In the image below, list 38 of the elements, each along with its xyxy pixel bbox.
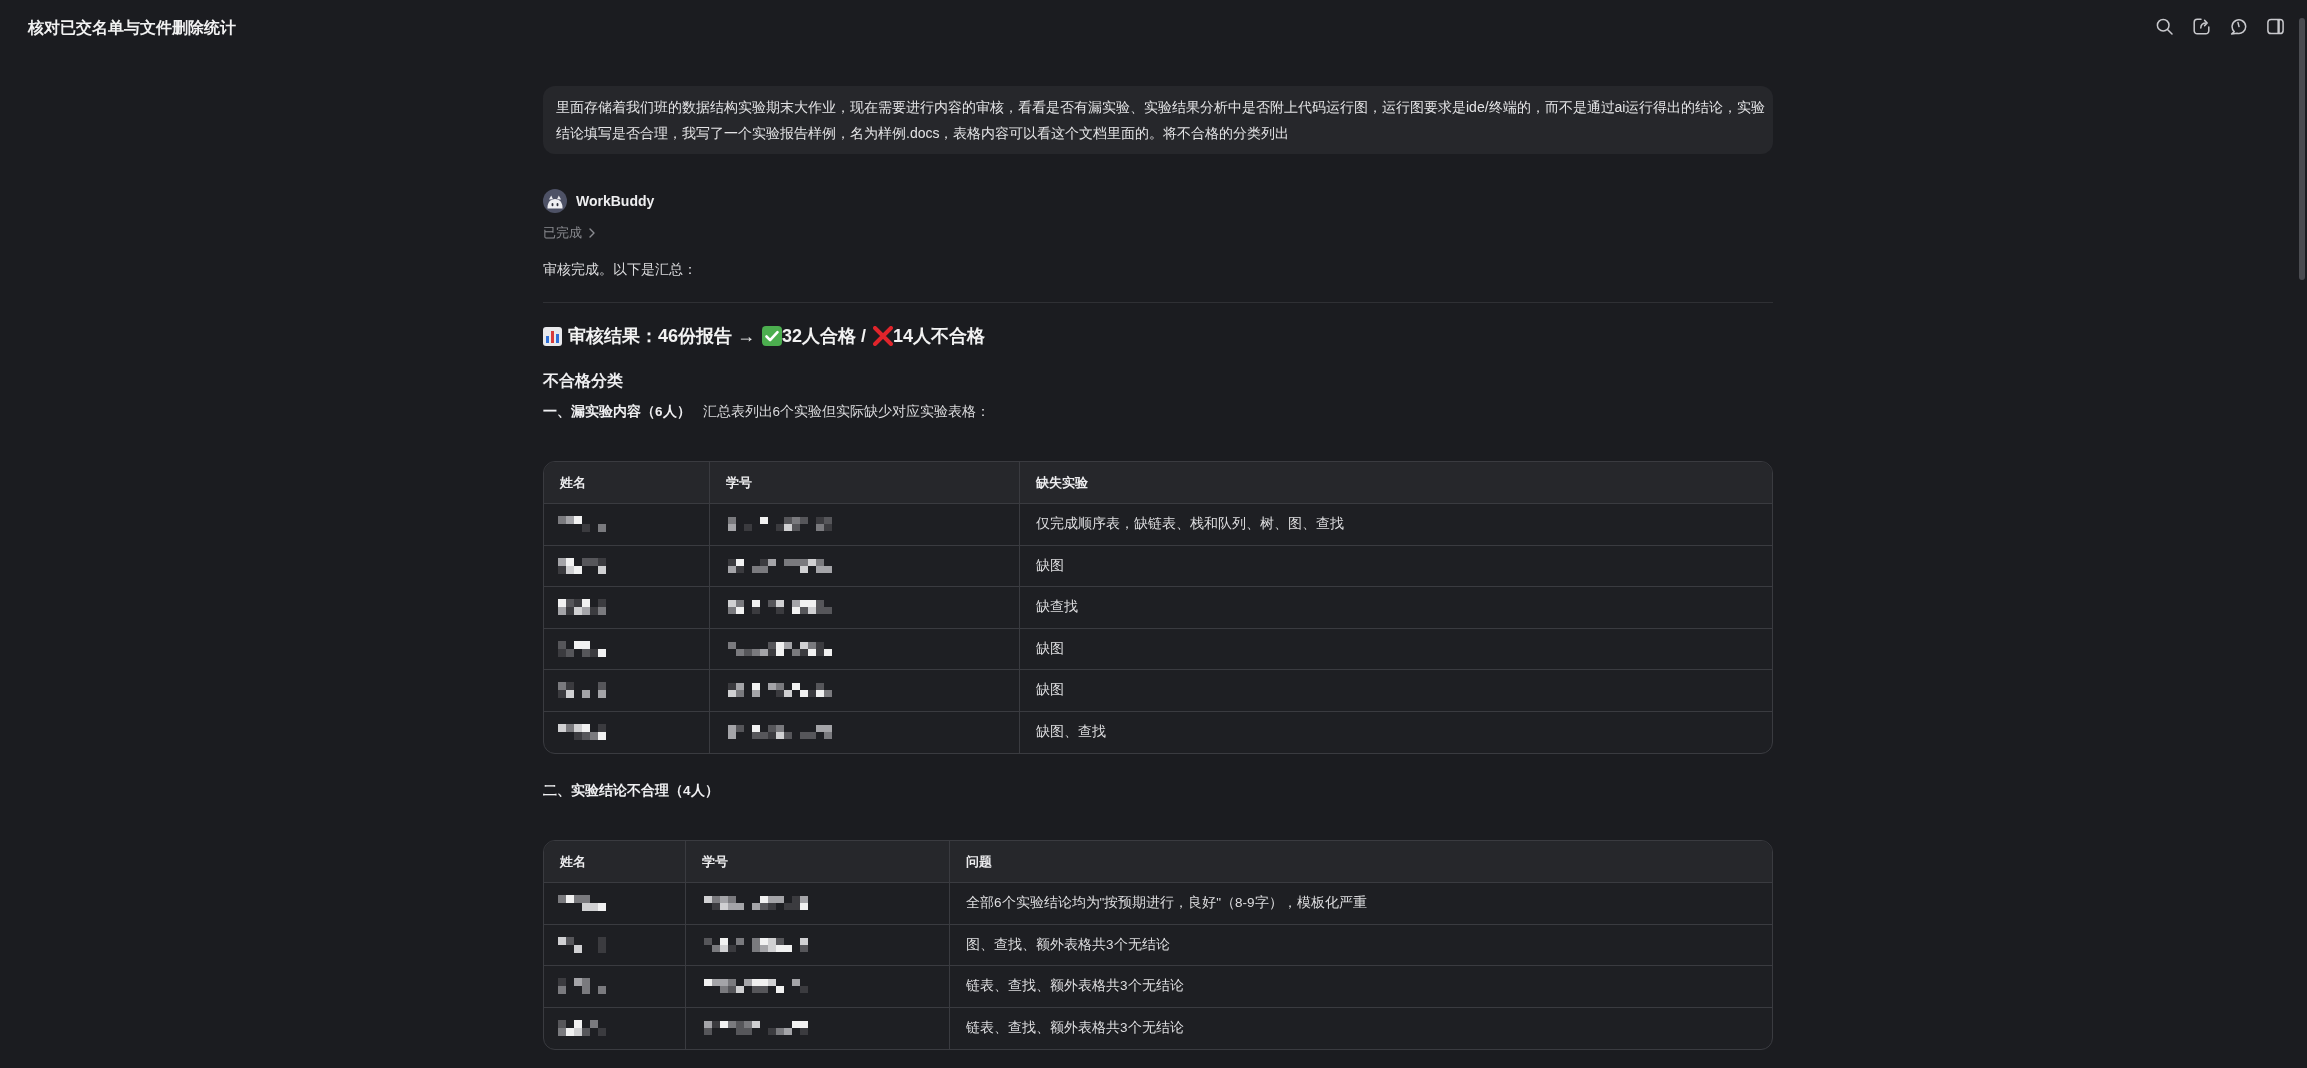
user-message: 里面存储着我们班的数据结构实验期末大作业，现在需要进行内容的审核，看看是否有漏实验、实验结果分析中是否附上代码运行图，运行图要求是ide/终端的，而不是通过ai运行得出的结论，实验结论填写是否合理，我写了一个实验报告样例，名为样例.docs，表格内容可以看这个文档里面的。将不合格的分类列出 bbox=[543, 86, 1773, 154]
status-toggle[interactable]: 已完成 bbox=[543, 223, 595, 243]
table-cell-text: 缺图 bbox=[1035, 639, 1065, 658]
column-header: 缺失实验 bbox=[1035, 473, 1089, 492]
group-note: 汇总表列出6个实验但实际缺少对应实验表格： bbox=[702, 403, 991, 421]
table-cell-text: 缺图 bbox=[1035, 681, 1065, 700]
search-icon[interactable] bbox=[2156, 17, 2173, 35]
table-cell-text: 缺图 bbox=[1035, 556, 1065, 575]
author-name: WorkBuddy bbox=[576, 192, 655, 211]
headline-text: 审核结果：46份报告 → bbox=[568, 325, 756, 348]
column-header: 姓名 bbox=[544, 462, 710, 503]
table-cell-text: 链表、查找、额外表格共3个无结论 bbox=[965, 977, 1185, 996]
sidebar-icon[interactable] bbox=[2267, 17, 2284, 35]
bar-chart-icon bbox=[543, 326, 562, 346]
check-mark-icon bbox=[762, 326, 783, 346]
column-header: 学号 bbox=[686, 841, 950, 882]
headline-text: 14人不合格 bbox=[893, 325, 986, 348]
chevron-right-icon bbox=[589, 228, 595, 238]
table-cell-text: 全部6个实验结论均为"按预期进行，良好"（8-9字），模板化严重 bbox=[965, 894, 1368, 913]
table-cell-text: 缺图、查找 bbox=[1035, 723, 1107, 742]
cross-mark-icon bbox=[873, 326, 894, 346]
column-header: 问题 bbox=[965, 852, 993, 871]
column-header: 学号 bbox=[710, 462, 1020, 503]
table-cell-text: 缺查找 bbox=[1035, 598, 1079, 617]
table-cell-text: 仅完成顺序表，缺链表、栈和队列、树、图、查找 bbox=[1035, 515, 1345, 534]
share-icon[interactable] bbox=[2193, 17, 2210, 35]
chat-history-icon[interactable] bbox=[2230, 17, 2247, 35]
group-heading: 二、实验结论不合理（4人） bbox=[543, 782, 719, 800]
table-cell-text: 链表、查找、额外表格共3个无结论 bbox=[965, 1019, 1185, 1038]
section-heading: 不合格分类 bbox=[543, 371, 624, 391]
group-heading: 一、漏实验内容（6人） bbox=[543, 403, 691, 421]
headline-text: 32人合格 / bbox=[782, 325, 867, 348]
column-header: 姓名 bbox=[544, 841, 686, 882]
table-cell-text: 图、查找、额外表格共3个无结论 bbox=[965, 935, 1171, 954]
bot-avatar-icon bbox=[543, 189, 567, 213]
scrollbar-thumb[interactable] bbox=[2299, 18, 2305, 280]
summary-text: 审核完成。以下是汇总： bbox=[543, 261, 698, 279]
window-title: 核对已交名单与文件删除统计 bbox=[28, 18, 236, 38]
